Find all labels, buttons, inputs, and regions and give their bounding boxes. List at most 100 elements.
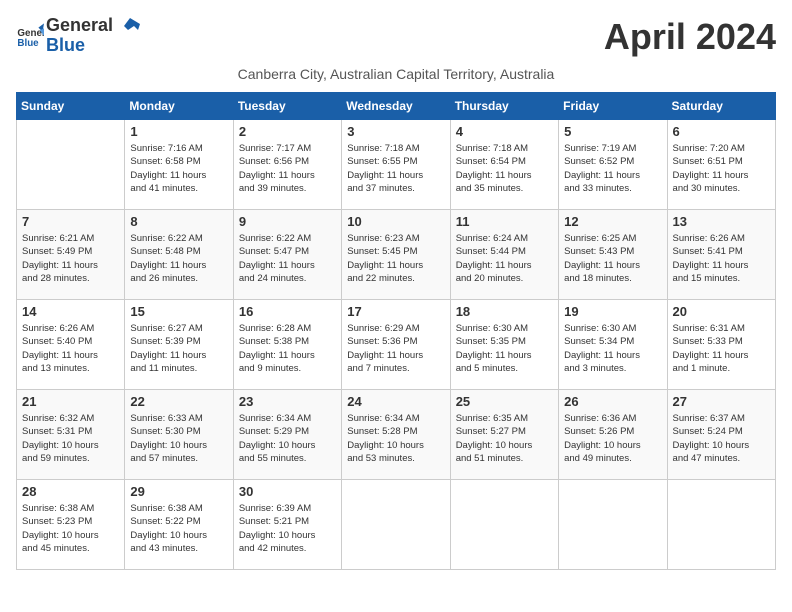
day-number: 18 <box>456 304 553 319</box>
day-number: 15 <box>130 304 227 319</box>
day-number: 17 <box>347 304 444 319</box>
day-info: Sunrise: 6:38 AMSunset: 5:23 PMDaylight:… <box>22 502 119 555</box>
logo-text-blue: Blue <box>46 36 140 56</box>
day-info: Sunrise: 6:26 AMSunset: 5:41 PMDaylight:… <box>673 232 770 285</box>
day-info: Sunrise: 6:39 AMSunset: 5:21 PMDaylight:… <box>239 502 336 555</box>
week-row-4: 21Sunrise: 6:32 AMSunset: 5:31 PMDayligh… <box>17 390 776 480</box>
day-cell <box>450 480 558 570</box>
day-info: Sunrise: 7:18 AMSunset: 6:54 PMDaylight:… <box>456 142 553 195</box>
week-row-5: 28 Sunrise: 6:38 AMSunset: 5:23 PMDayligh… <box>17 480 776 570</box>
day-number: 4 <box>456 124 553 139</box>
day-info: Sunrise: 6:32 AMSunset: 5:31 PMDaylight:… <box>22 412 119 465</box>
day-cell: 26Sunrise: 6:36 AMSunset: 5:26 PMDayligh… <box>559 390 667 480</box>
day-info: Sunrise: 6:34 AMSunset: 5:29 PMDaylight:… <box>239 412 336 465</box>
day-cell: 4 Sunrise: 7:18 AMSunset: 6:54 PMDaylight… <box>450 120 558 210</box>
day-number: 29 <box>130 484 227 499</box>
day-number: 26 <box>564 394 661 409</box>
day-cell: 29Sunrise: 6:38 AMSunset: 5:22 PMDayligh… <box>125 480 233 570</box>
day-info: Sunrise: 6:27 AMSunset: 5:39 PMDaylight:… <box>130 322 227 375</box>
day-number: 5 <box>564 124 661 139</box>
calendar-header-row: SundayMondayTuesdayWednesdayThursdayFrid… <box>17 93 776 120</box>
day-cell: 15 Sunrise: 6:27 AMSunset: 5:39 PMDayligh… <box>125 300 233 390</box>
day-cell: 12Sunrise: 6:25 AMSunset: 5:43 PMDayligh… <box>559 210 667 300</box>
day-cell: 2 Sunrise: 7:17 AMSunset: 6:56 PMDaylight… <box>233 120 341 210</box>
day-cell: 13 Sunrise: 6:26 AMSunset: 5:41 PMDayligh… <box>667 210 775 300</box>
day-cell: 6 Sunrise: 7:20 AMSunset: 6:51 PMDaylight… <box>667 120 775 210</box>
day-info: Sunrise: 7:18 AMSunset: 6:55 PMDaylight:… <box>347 142 444 195</box>
day-number: 2 <box>239 124 336 139</box>
month-title: April 2024 <box>604 16 776 58</box>
day-info: Sunrise: 6:22 AMSunset: 5:48 PMDaylight:… <box>130 232 227 285</box>
day-cell: 25 Sunrise: 6:35 AMSunset: 5:27 PMDayligh… <box>450 390 558 480</box>
logo-bird-icon <box>120 16 140 36</box>
day-cell: 7 Sunrise: 6:21 AMSunset: 5:49 PMDaylight… <box>17 210 125 300</box>
day-info: Sunrise: 6:35 AMSunset: 5:27 PMDaylight:… <box>456 412 553 465</box>
week-row-2: 7 Sunrise: 6:21 AMSunset: 5:49 PMDaylight… <box>17 210 776 300</box>
day-info: Sunrise: 6:29 AMSunset: 5:36 PMDaylight:… <box>347 322 444 375</box>
day-info: Sunrise: 7:16 AMSunset: 6:58 PMDaylight:… <box>130 142 227 195</box>
day-cell: 8 Sunrise: 6:22 AMSunset: 5:48 PMDaylight… <box>125 210 233 300</box>
day-info: Sunrise: 6:23 AMSunset: 5:45 PMDaylight:… <box>347 232 444 285</box>
logo: General Blue General Blue <box>16 16 140 56</box>
day-number: 14 <box>22 304 119 319</box>
day-info: Sunrise: 6:25 AMSunset: 5:43 PMDaylight:… <box>564 232 661 285</box>
week-row-1: 1 Sunrise: 7:16 AMSunset: 6:58 PMDaylight… <box>17 120 776 210</box>
day-number: 11 <box>456 214 553 229</box>
subtitle: Canberra City, Australian Capital Territ… <box>16 66 776 82</box>
day-number: 23 <box>239 394 336 409</box>
day-number: 19 <box>564 304 661 319</box>
day-cell: 19Sunrise: 6:30 AMSunset: 5:34 PMDayligh… <box>559 300 667 390</box>
header-wednesday: Wednesday <box>342 93 450 120</box>
day-cell <box>342 480 450 570</box>
svg-text:Blue: Blue <box>17 38 39 49</box>
day-number: 7 <box>22 214 119 229</box>
day-cell: 30 Sunrise: 6:39 AMSunset: 5:21 PMDayligh… <box>233 480 341 570</box>
day-number: 13 <box>673 214 770 229</box>
day-number: 24 <box>347 394 444 409</box>
day-number: 10 <box>347 214 444 229</box>
calendar-table: SundayMondayTuesdayWednesdayThursdayFrid… <box>16 92 776 570</box>
day-number: 22 <box>130 394 227 409</box>
day-cell <box>667 480 775 570</box>
day-info: Sunrise: 7:17 AMSunset: 6:56 PMDaylight:… <box>239 142 336 195</box>
day-cell <box>559 480 667 570</box>
day-number: 6 <box>673 124 770 139</box>
day-number: 28 <box>22 484 119 499</box>
day-info: Sunrise: 6:28 AMSunset: 5:38 PMDaylight:… <box>239 322 336 375</box>
week-row-3: 14 Sunrise: 6:26 AMSunset: 5:40 PMDayligh… <box>17 300 776 390</box>
day-number: 9 <box>239 214 336 229</box>
day-info: Sunrise: 6:26 AMSunset: 5:40 PMDaylight:… <box>22 322 119 375</box>
header-friday: Friday <box>559 93 667 120</box>
day-cell: 11 Sunrise: 6:24 AMSunset: 5:44 PMDayligh… <box>450 210 558 300</box>
day-info: Sunrise: 7:20 AMSunset: 6:51 PMDaylight:… <box>673 142 770 195</box>
day-number: 3 <box>347 124 444 139</box>
day-info: Sunrise: 6:22 AMSunset: 5:47 PMDaylight:… <box>239 232 336 285</box>
logo-icon: General Blue <box>16 22 44 50</box>
day-cell: 27Sunrise: 6:37 AMSunset: 5:24 PMDayligh… <box>667 390 775 480</box>
day-number: 25 <box>456 394 553 409</box>
day-number: 8 <box>130 214 227 229</box>
day-number: 27 <box>673 394 770 409</box>
day-info: Sunrise: 6:30 AMSunset: 5:35 PMDaylight:… <box>456 322 553 375</box>
day-cell: 1 Sunrise: 7:16 AMSunset: 6:58 PMDaylight… <box>125 120 233 210</box>
day-number: 1 <box>130 124 227 139</box>
day-cell: 24Sunrise: 6:34 AMSunset: 5:28 PMDayligh… <box>342 390 450 480</box>
header-sunday: Sunday <box>17 93 125 120</box>
day-cell <box>17 120 125 210</box>
day-cell: 21Sunrise: 6:32 AMSunset: 5:31 PMDayligh… <box>17 390 125 480</box>
day-info: Sunrise: 6:21 AMSunset: 5:49 PMDaylight:… <box>22 232 119 285</box>
header: General Blue General Blue April 2024 <box>16 16 776 58</box>
day-info: Sunrise: 7:19 AMSunset: 6:52 PMDaylight:… <box>564 142 661 195</box>
day-info: Sunrise: 6:33 AMSunset: 5:30 PMDaylight:… <box>130 412 227 465</box>
day-cell: 5 Sunrise: 7:19 AMSunset: 6:52 PMDaylight… <box>559 120 667 210</box>
title-section: April 2024 <box>604 16 776 58</box>
header-monday: Monday <box>125 93 233 120</box>
day-number: 30 <box>239 484 336 499</box>
day-cell: 9 Sunrise: 6:22 AMSunset: 5:47 PMDaylight… <box>233 210 341 300</box>
day-cell: 14 Sunrise: 6:26 AMSunset: 5:40 PMDayligh… <box>17 300 125 390</box>
day-cell: 22 Sunrise: 6:33 AMSunset: 5:30 PMDayligh… <box>125 390 233 480</box>
day-number: 20 <box>673 304 770 319</box>
day-cell: 3 Sunrise: 7:18 AMSunset: 6:55 PMDaylight… <box>342 120 450 210</box>
header-tuesday: Tuesday <box>233 93 341 120</box>
day-info: Sunrise: 6:24 AMSunset: 5:44 PMDaylight:… <box>456 232 553 285</box>
